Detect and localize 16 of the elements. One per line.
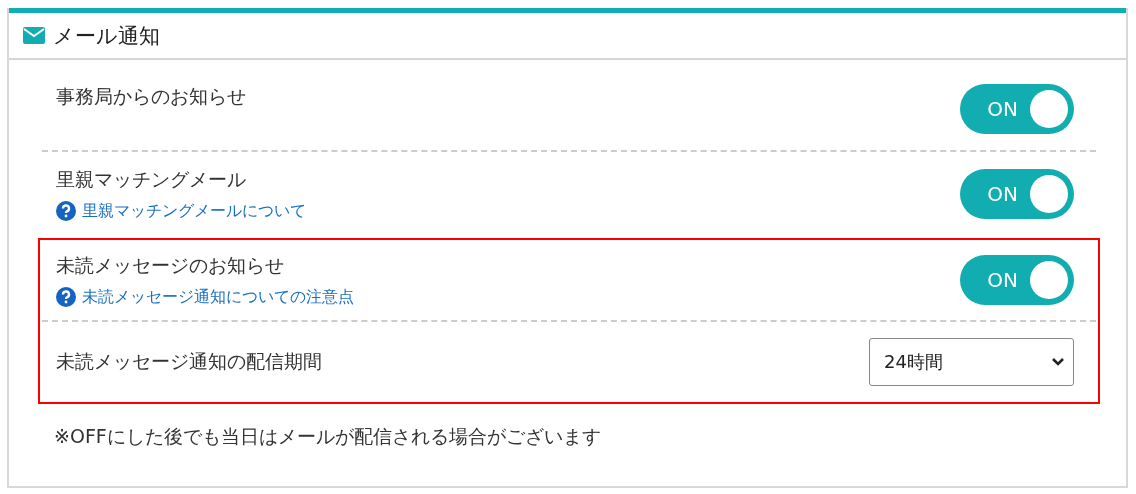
chevron-down-icon xyxy=(1051,357,1065,367)
help-link[interactable]: 里親マッチングメールについて xyxy=(56,200,306,222)
period-select[interactable]: 24時間 xyxy=(869,338,1074,386)
setting-label: 未読メッセージ通知の配信期間 xyxy=(56,349,322,374)
setting-label: 里親マッチングメール xyxy=(56,166,247,192)
setting-label: 事務局からのお知らせ xyxy=(56,84,246,109)
setting-label: 未読メッセージのお知らせ xyxy=(56,252,285,278)
envelope-icon xyxy=(23,27,45,44)
toggle-switch[interactable]: ON xyxy=(960,255,1074,305)
note-text: ※OFFにした後でも当日はメールが配信される場合がございます xyxy=(53,424,602,449)
help-icon xyxy=(56,201,76,221)
help-icon xyxy=(56,287,76,307)
toggle-switch[interactable]: ON xyxy=(960,84,1074,134)
help-link[interactable]: 未読メッセージ通知についての注意点 xyxy=(56,286,354,308)
toggle-switch[interactable]: ON xyxy=(960,169,1074,219)
panel-title: メール通知 xyxy=(53,22,160,50)
